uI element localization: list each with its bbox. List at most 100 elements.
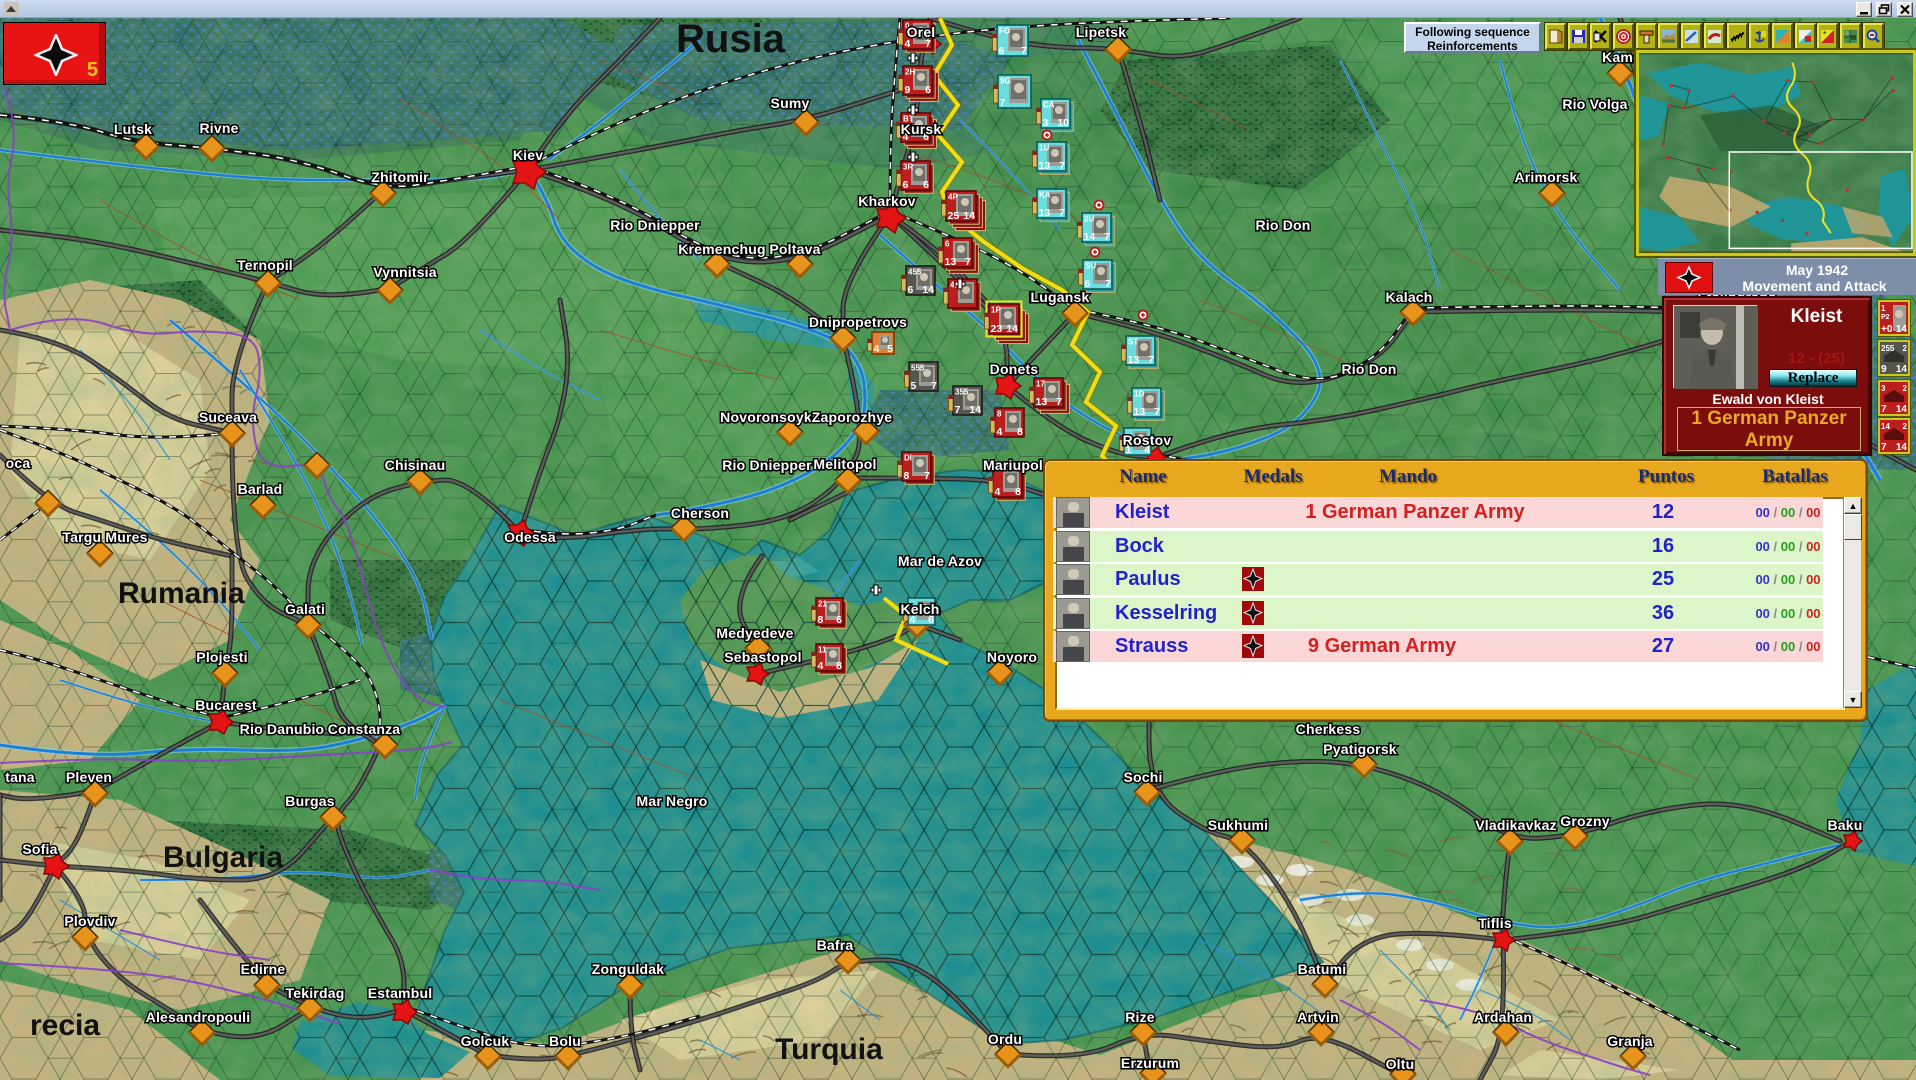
svg-text:13: 13 <box>1128 354 1140 366</box>
svg-text:Melitopol: Melitopol <box>813 456 876 472</box>
svg-text:+0: +0 <box>1881 324 1893 334</box>
svg-text:Orel: Orel <box>907 24 936 40</box>
svg-text:recia: recia <box>30 1009 100 1042</box>
svg-text:Granja: Granja <box>1607 1033 1653 1049</box>
svg-text:Arimorsk: Arimorsk <box>1514 169 1577 185</box>
svg-text:P2: P2 <box>1881 314 1890 321</box>
svg-text:7: 7 <box>1059 160 1065 172</box>
svg-text:1: 1 <box>1881 304 1886 313</box>
svg-text:7: 7 <box>924 470 930 482</box>
svg-text:10: 10 <box>1057 117 1069 129</box>
svg-text:Sofia: Sofia <box>22 841 57 857</box>
svg-text:6: 6 <box>945 240 950 249</box>
svg-text:Zaporozhye: Zaporozhye <box>812 409 893 425</box>
svg-text:4: 4 <box>818 660 824 672</box>
svg-text:SU: SU <box>1085 262 1096 271</box>
svg-text:4: 4 <box>997 426 1003 438</box>
svg-text:Lugansk: Lugansk <box>1031 289 1090 305</box>
svg-text:Galati: Galati <box>285 601 325 617</box>
svg-text:7: 7 <box>955 404 961 416</box>
svg-text:Estambul: Estambul <box>368 985 433 1001</box>
svg-text:Artvin: Artvin <box>1297 1009 1339 1025</box>
svg-text:355: 355 <box>955 388 969 397</box>
svg-text:KA: KA <box>1039 191 1051 200</box>
svg-text:Kelch: Kelch <box>900 601 939 617</box>
svg-text:Ordu: Ordu <box>988 1031 1022 1047</box>
svg-text:oca: oca <box>6 455 31 471</box>
svg-text:Vladikavkaz: Vladikavkaz <box>1475 817 1557 833</box>
svg-text:Bolu: Bolu <box>549 1033 581 1049</box>
svg-text:Rio Don: Rio Don <box>1341 361 1396 377</box>
svg-text:Erzurum: Erzurum <box>1121 1055 1179 1071</box>
svg-text:Lutsk: Lutsk <box>114 121 152 137</box>
svg-text:13: 13 <box>1039 207 1051 219</box>
svg-text:Tekirdag: Tekirdag <box>286 985 345 1001</box>
svg-text:Plovdiv: Plovdiv <box>64 913 115 929</box>
svg-text:2: 2 <box>1903 344 1908 353</box>
svg-text:13: 13 <box>1134 406 1146 418</box>
svg-text:5: 5 <box>887 343 893 355</box>
svg-text:9G: 9G <box>1000 77 1011 86</box>
svg-text:6: 6 <box>836 614 842 626</box>
svg-text:7: 7 <box>931 380 937 392</box>
svg-text:14: 14 <box>1896 364 1908 374</box>
svg-text:7: 7 <box>1056 396 1062 408</box>
svg-text:Tiflis: Tiflis <box>1478 915 1512 931</box>
svg-text:CA: CA <box>1043 101 1055 110</box>
svg-text:2: 2 <box>1903 384 1908 393</box>
svg-text:5: 5 <box>911 380 917 392</box>
svg-text:455: 455 <box>908 268 922 277</box>
svg-text:Mar Negro: Mar Negro <box>636 793 707 809</box>
svg-text:Bafra: Bafra <box>817 937 854 953</box>
svg-text:9: 9 <box>905 84 911 96</box>
svg-text:DI: DI <box>904 454 912 463</box>
svg-text:Sumy: Sumy <box>771 95 810 111</box>
svg-text:Ternopil: Ternopil <box>237 257 293 273</box>
svg-text:Cherkess: Cherkess <box>1296 721 1361 737</box>
svg-text:Suceava: Suceava <box>199 409 257 425</box>
svg-text:Grozny: Grozny <box>1560 813 1609 829</box>
svg-text:8: 8 <box>997 410 1002 419</box>
svg-text:Rio Dniepper: Rio Dniepper <box>722 457 812 473</box>
svg-text:8: 8 <box>818 614 824 626</box>
svg-text:14: 14 <box>1006 323 1018 335</box>
svg-text:Plojesti: Plojesti <box>196 649 247 665</box>
svg-text:7: 7 <box>1021 45 1027 57</box>
svg-text:8: 8 <box>836 660 842 672</box>
svg-text:7: 7 <box>1148 354 1154 366</box>
svg-text:1D: 1D <box>1134 390 1144 399</box>
svg-text:Cherson: Cherson <box>671 505 729 521</box>
svg-text:Burgas: Burgas <box>285 793 334 809</box>
svg-text:13: 13 <box>945 256 957 268</box>
svg-text:4P: 4P <box>948 193 958 202</box>
svg-text:7: 7 <box>1881 404 1887 414</box>
svg-text:11: 11 <box>818 646 827 655</box>
svg-text:Oltu: Oltu <box>1386 1056 1415 1072</box>
svg-text:Golcuk: Golcuk <box>461 1033 510 1049</box>
svg-text:Zonguldak: Zonguldak <box>592 961 665 977</box>
svg-text:14: 14 <box>969 404 981 416</box>
svg-text:Rusia: Rusia <box>676 17 786 61</box>
svg-text:Rio Don: Rio Don <box>1255 217 1310 233</box>
svg-text:25: 25 <box>948 210 960 222</box>
svg-text:Targu Mures: Targu Mures <box>62 529 147 545</box>
svg-text:Kalach: Kalach <box>1385 289 1432 305</box>
svg-text:14: 14 <box>1896 324 1908 334</box>
svg-text:23: 23 <box>991 323 1003 335</box>
svg-text:6: 6 <box>903 179 909 191</box>
svg-text:Kiev: Kiev <box>513 147 543 163</box>
svg-text:Rio Dniepper: Rio Dniepper <box>610 217 700 233</box>
svg-text:6: 6 <box>925 84 931 96</box>
svg-text:Rumania: Rumania <box>118 577 245 610</box>
svg-text:Donets: Donets <box>990 361 1039 377</box>
svg-text:Pleven: Pleven <box>66 769 112 785</box>
svg-text:13: 13 <box>1039 160 1051 172</box>
svg-text:Rio Volga: Rio Volga <box>1562 96 1627 112</box>
svg-text:21: 21 <box>818 600 827 609</box>
svg-text:14: 14 <box>922 284 934 296</box>
svg-text:Rize: Rize <box>1125 1009 1155 1025</box>
svg-text:2: 2 <box>1903 422 1908 431</box>
svg-text:4: 4 <box>995 486 1001 498</box>
svg-text:7: 7 <box>1105 278 1111 290</box>
svg-text:Constanza: Constanza <box>328 721 401 737</box>
